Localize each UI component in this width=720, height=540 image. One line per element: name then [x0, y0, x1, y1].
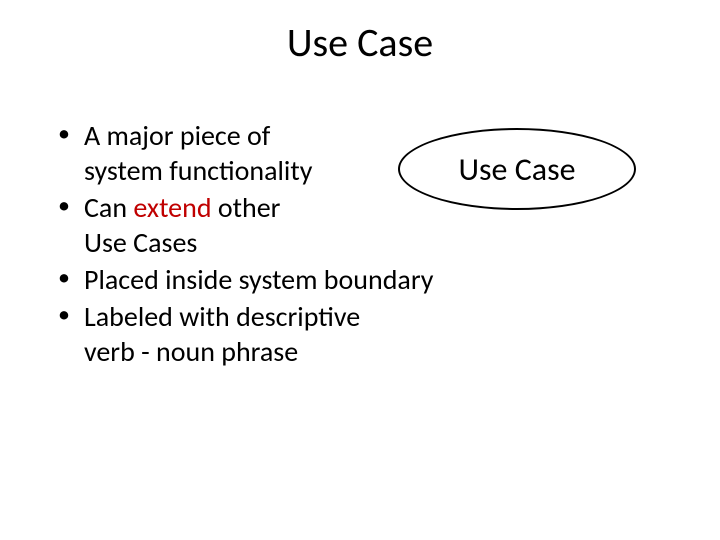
use-case-oval: Use Case — [398, 128, 636, 210]
bullet-emphasis: extend — [133, 190, 211, 225]
bullet-text: Placed inside system boundary — [84, 262, 433, 297]
bullet-text: A major piece of — [84, 118, 270, 153]
bullet-text: Can — [84, 190, 133, 225]
bullet-text: verb - noun phrase — [84, 334, 298, 369]
use-case-oval-label: Use Case — [458, 150, 575, 189]
bullet-item: Placed inside system boundary — [58, 262, 680, 297]
slide: Use Case A major piece of system functio… — [0, 0, 720, 540]
bullet-item: Labeled with descriptive verb - noun phr… — [58, 299, 680, 369]
slide-title: Use Case — [0, 18, 720, 67]
bullet-text: other — [212, 190, 281, 225]
bullet-text: Labeled with descriptive — [84, 299, 360, 334]
bullet-text: system functionality — [84, 153, 312, 188]
bullet-text: Use Cases — [84, 225, 197, 260]
